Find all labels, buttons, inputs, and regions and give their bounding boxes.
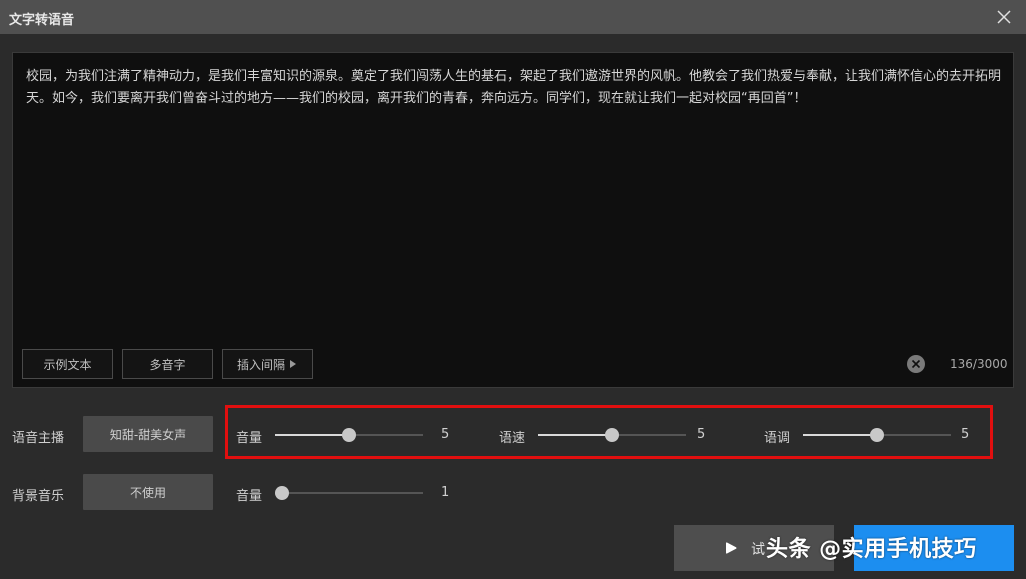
close-button[interactable] [994, 7, 1014, 27]
voice-pitch-thumb[interactable] [870, 428, 884, 442]
voice-anchor-value: 知甜-甜美女声 [109, 427, 187, 442]
bgm-volume-thumb[interactable] [275, 486, 289, 500]
sample-text-button[interactable]: 示例文本 [22, 349, 113, 379]
bgm-volume-slider[interactable] [275, 486, 423, 500]
sample-text-label: 示例文本 [43, 357, 92, 372]
clear-text-button[interactable] [907, 355, 925, 373]
play-icon [726, 542, 737, 554]
watermark: 头条 @实用手机技巧 [766, 537, 977, 562]
window-title: 文字转语音 [9, 13, 75, 28]
text-editor[interactable]: 校园，为我们注满了精神动力，是我们丰富知识的源泉。奠定了我们闯荡人生的基石，架起… [12, 52, 1014, 388]
voice-volume-value: 5 [441, 427, 450, 442]
insert-pause-button[interactable]: 插入间隔 [222, 349, 313, 379]
voice-speed-label: 语速 [499, 431, 526, 446]
voice-speed-value: 5 [697, 427, 706, 442]
polyphone-button[interactable]: 多音字 [122, 349, 213, 379]
voice-volume-fill [275, 434, 349, 436]
title-bar: 文字转语音 [0, 0, 1026, 34]
voice-volume-label: 音量 [236, 431, 263, 446]
bgm-volume-value: 1 [441, 485, 450, 500]
preview-label: 试 [751, 542, 765, 558]
voice-pitch-label: 语调 [764, 431, 791, 446]
polyphone-label: 多音字 [149, 357, 186, 372]
bgm-label: 背景音乐 [12, 489, 65, 504]
char-count: 136/3000 [950, 357, 1008, 371]
triangle-right-icon [290, 360, 296, 368]
voice-speed-slider[interactable] [538, 428, 686, 442]
voice-speed-fill [538, 434, 612, 436]
editor-text[interactable]: 校园，为我们注满了精神动力，是我们丰富知识的源泉。奠定了我们闯荡人生的基石，架起… [26, 66, 1001, 110]
voice-anchor-label: 语音主播 [12, 431, 65, 446]
voice-pitch-slider[interactable] [803, 428, 951, 442]
bgm-value: 不使用 [129, 485, 166, 500]
voice-volume-thumb[interactable] [342, 428, 356, 442]
bgm-select[interactable]: 不使用 [83, 474, 213, 510]
voice-speed-thumb[interactable] [605, 428, 619, 442]
voice-pitch-value: 5 [961, 427, 970, 442]
voice-pitch-fill [803, 434, 877, 436]
close-icon [997, 10, 1011, 24]
voice-anchor-select[interactable]: 知甜-甜美女声 [83, 416, 213, 452]
clear-icon [911, 359, 921, 369]
voice-volume-slider[interactable] [275, 428, 423, 442]
insert-pause-label: 插入间隔 [236, 357, 285, 372]
bgm-volume-label: 音量 [236, 489, 263, 504]
